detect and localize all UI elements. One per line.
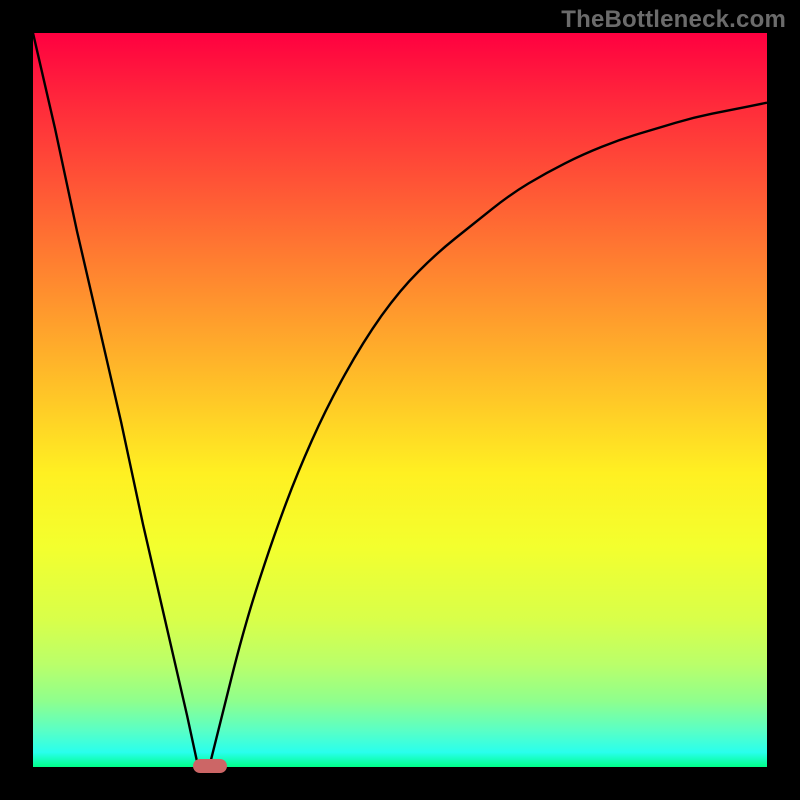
plot-area (33, 33, 767, 767)
bottleneck-curve (33, 33, 767, 767)
watermark-text: TheBottleneck.com (561, 6, 786, 34)
minimum-marker (193, 759, 227, 773)
curve-path (33, 33, 767, 767)
chart-frame: TheBottleneck.com (0, 0, 800, 800)
